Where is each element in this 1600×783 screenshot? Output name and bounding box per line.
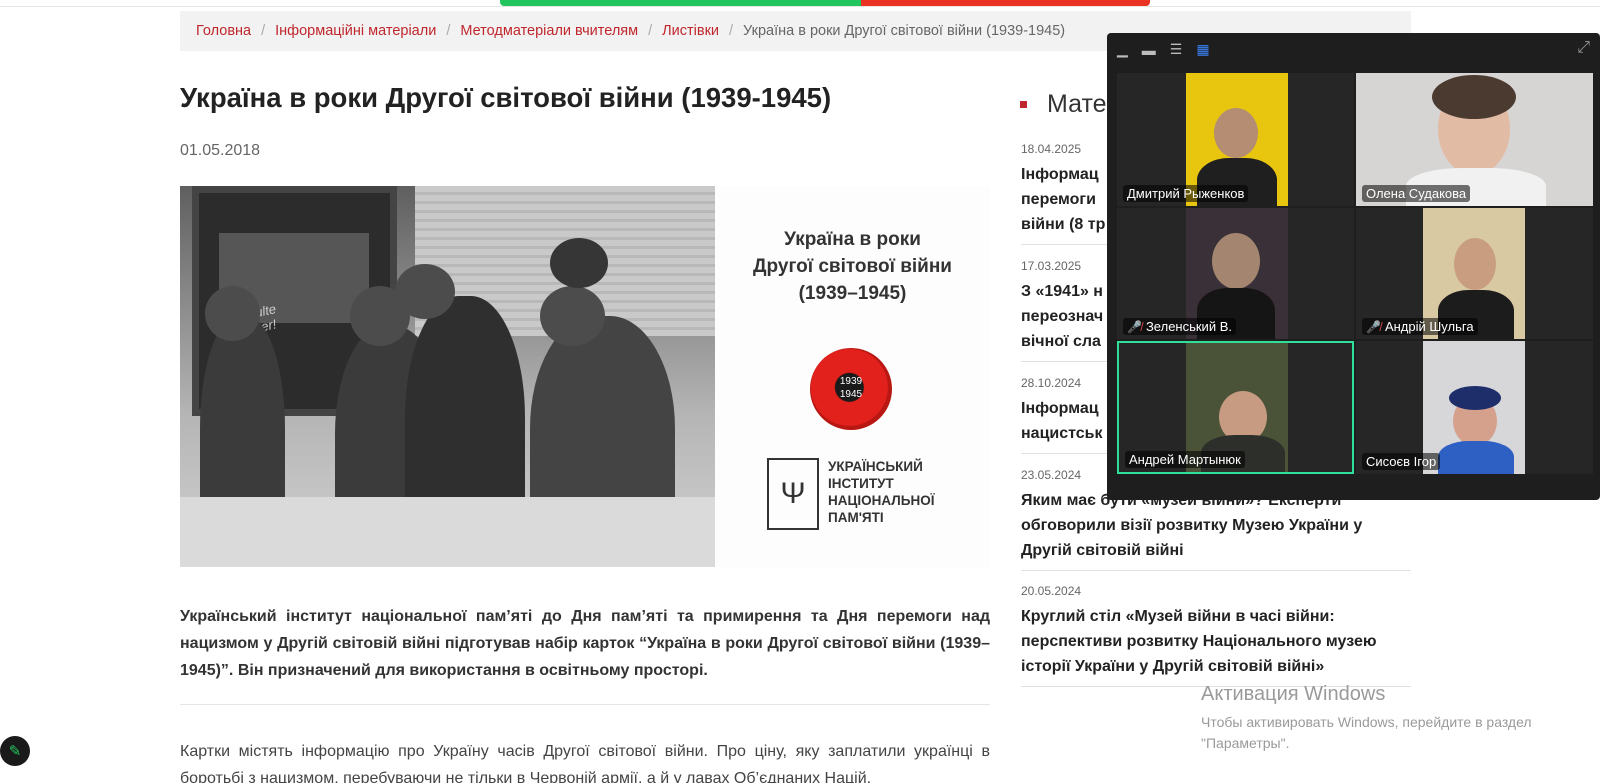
participant-tile[interactable]: Дмитрий Рыженков bbox=[1117, 73, 1354, 206]
news-date: 20.05.2024 bbox=[1021, 584, 1082, 598]
participant-tile[interactable]: 🎤̸ Андрій Шульга bbox=[1356, 208, 1593, 339]
participant-tile[interactable]: Олена Судакова bbox=[1356, 73, 1593, 206]
participant-name: Олена Судакова bbox=[1362, 185, 1471, 202]
video-call-window[interactable]: ▁ ▬ ☰ ▦ ⤢ Дмитрий Рыженков Олена Судаков… bbox=[1107, 33, 1600, 500]
article-date: 01.05.2018 bbox=[180, 142, 261, 159]
news-separator bbox=[1021, 570, 1411, 571]
poster-title: Україна в роки Другої світової війни (19… bbox=[753, 229, 952, 304]
participant-tile[interactable]: 🎤̸ Зеленський В. bbox=[1117, 208, 1354, 339]
breadcrumb-leaflets[interactable]: Листівки bbox=[662, 23, 719, 39]
breadcrumb-info-materials[interactable]: Інформаційні матеріали bbox=[275, 23, 436, 39]
top-divider bbox=[0, 6, 1600, 7]
institute-name: УКРАЇНСЬКИЙ ІНСТИТУТ НАЦІОНАЛЬНОЇ ПАМ'ЯТ… bbox=[828, 459, 935, 525]
minimize-icon[interactable]: ▁ bbox=[1117, 41, 1128, 58]
participant-name: 🎤̸ Андрій Шульга bbox=[1362, 318, 1478, 335]
muted-mic-icon: 🎤̸ bbox=[1366, 319, 1381, 334]
participant-tile-active[interactable]: Андрей Мартынюк bbox=[1117, 341, 1354, 474]
news-title[interactable]: Круглий стіл «Музей війни в часі війни: … bbox=[1021, 604, 1411, 679]
view-controls: ▁ ▬ ☰ ▦ bbox=[1117, 41, 1210, 58]
article-hero-image: Zonsulte Mukher! Україна в роки Другої с… bbox=[180, 186, 990, 567]
single-view-icon[interactable]: ▬ bbox=[1142, 42, 1156, 58]
sidebar-heading-text: Мате bbox=[1047, 90, 1107, 118]
poster-card: Україна в роки Другої світової війни (19… bbox=[715, 186, 990, 567]
article-title: Україна в роки Другої світової війни (19… bbox=[180, 82, 832, 113]
breadcrumb-separator: / bbox=[729, 23, 734, 39]
breadcrumb-separator: / bbox=[261, 23, 266, 39]
heading-bullet bbox=[1020, 101, 1027, 108]
gallery-view-icon[interactable]: ▦ bbox=[1196, 41, 1209, 58]
participant-name: Андрей Мартынюк bbox=[1125, 451, 1245, 468]
poppy-logo-text: 1939 1945 bbox=[839, 376, 863, 400]
breadcrumb-separator: / bbox=[446, 23, 451, 39]
content-divider bbox=[180, 704, 990, 705]
historical-photo: Zonsulte Mukher! bbox=[180, 186, 715, 567]
trident-icon: Ψ bbox=[767, 458, 819, 530]
participant-name: 🎤̸ Зеленський В. bbox=[1123, 318, 1236, 335]
poppy-logo: 1939 1945 bbox=[810, 348, 892, 430]
participant-tile[interactable]: Сисоєв Ігор bbox=[1356, 341, 1593, 474]
muted-mic-icon: 🎤̸ bbox=[1127, 319, 1142, 334]
participant-name: Дмитрий Рыженков bbox=[1123, 185, 1249, 202]
breadcrumb-separator: / bbox=[648, 23, 653, 39]
breadcrumb-current: Україна в роки Другої світової війни (19… bbox=[743, 23, 1066, 39]
article-lead: Український інститут національної пам’ят… bbox=[180, 608, 990, 679]
participant-name: Сисоєв Ігор bbox=[1362, 453, 1441, 470]
watermark-title: Активация Windows bbox=[1201, 683, 1386, 705]
watermark-text: Чтобы активировать Windows, перейдите в … bbox=[1201, 714, 1532, 751]
sidebar-heading: Мате bbox=[1020, 90, 1107, 119]
pencil-icon[interactable]: ✎ bbox=[0, 736, 30, 766]
expand-icon[interactable]: ⤢ bbox=[1577, 39, 1590, 57]
news-item[interactable]: 20.05.2024 Круглий стіл «Музей війни в ч… bbox=[1021, 584, 1411, 679]
breadcrumb-home[interactable]: Головна bbox=[196, 23, 251, 39]
breadcrumb-teacher-materials[interactable]: Методматеріали вчителям bbox=[460, 23, 638, 39]
stacked-view-icon[interactable]: ☰ bbox=[1170, 41, 1183, 58]
windows-activation-watermark: Активация Windows Чтобы активировать Win… bbox=[1201, 683, 1581, 754]
article-body: Картки містять інформацію про Україну ча… bbox=[180, 743, 990, 783]
